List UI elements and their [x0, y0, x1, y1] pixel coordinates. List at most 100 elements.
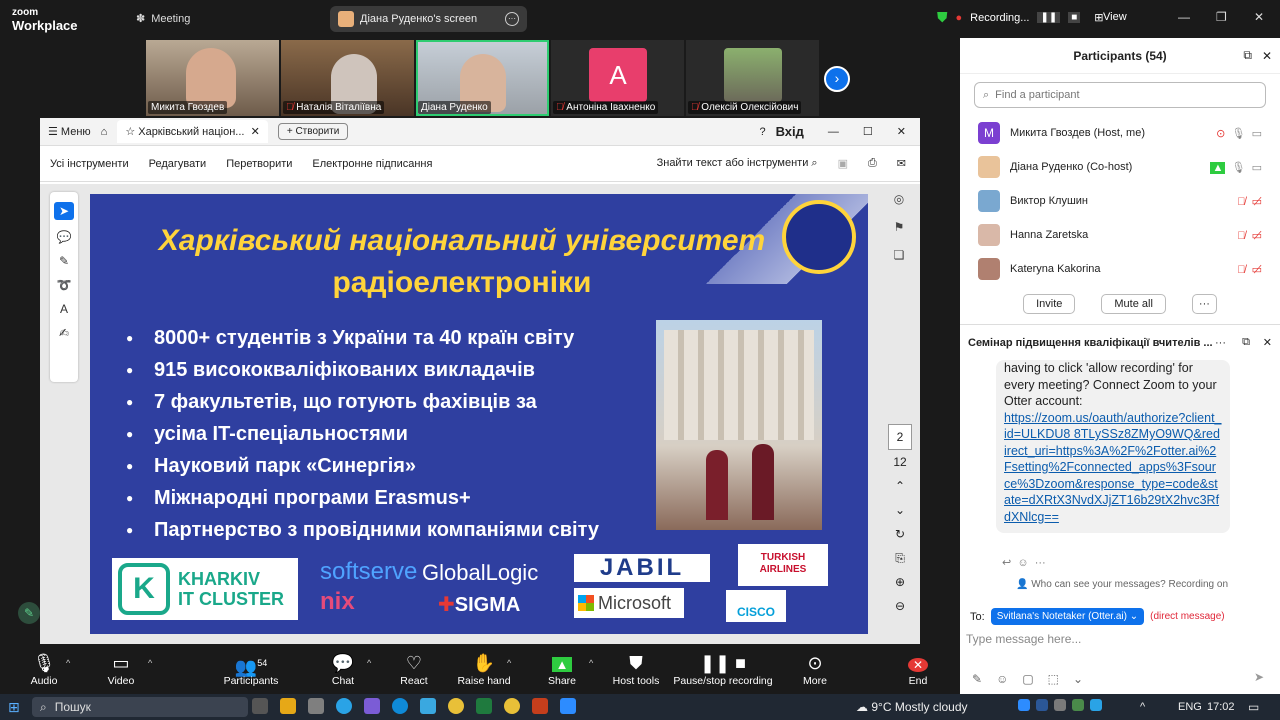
file-icon[interactable]: ▢ — [1022, 672, 1033, 686]
chat-close-icon[interactable]: ✕ — [1263, 336, 1272, 349]
comment-icon[interactable]: 💬 — [57, 230, 72, 244]
ai-assistant-icon[interactable]: ◎ — [894, 192, 904, 206]
powerpoint-icon[interactable] — [532, 698, 548, 714]
video-tile[interactable]: A 🎙̸ Антоніна Івахненко — [551, 40, 684, 116]
page-down-icon[interactable]: ⌄ — [888, 498, 912, 522]
excel-icon[interactable] — [476, 698, 492, 714]
video-tile[interactable]: Микита Гвоздев — [146, 40, 279, 116]
search-input[interactable]: Find a participant — [995, 89, 1079, 101]
view-button[interactable]: View — [1103, 11, 1127, 23]
refresh-icon[interactable]: ↻ — [888, 522, 912, 546]
pages-icon[interactable]: ❏ — [894, 248, 905, 262]
esign-menu[interactable]: Електронне підписання — [312, 158, 432, 170]
participant-row[interactable]: Виктор Клушин 🎙̸ ▭̸ — [960, 184, 1280, 218]
tray-chevron-icon[interactable]: ^ — [1140, 701, 1145, 713]
recipient-dropdown[interactable]: Svitlana's Notetaker (Otter.ai) ⌄ — [990, 608, 1145, 625]
maximize-icon[interactable]: ❐ — [1216, 10, 1227, 24]
who-can-see[interactable]: 👤 Who can see your messages? Recording o… — [1016, 579, 1228, 590]
pen-icon[interactable]: ✎ — [59, 254, 69, 268]
share-options-caret[interactable]: ^ — [589, 658, 593, 668]
more-button[interactable]: ··· — [1191, 294, 1217, 314]
chat-button[interactable]: 💬 Chat — [303, 651, 383, 687]
mute-all-button[interactable]: Mute all — [1101, 294, 1166, 314]
screen-share-pill[interactable]: Діана Руденко's screen ··· — [330, 6, 527, 32]
video-tile[interactable]: 🎙̸ Олексій Олексійович — [686, 40, 819, 116]
lasso-icon[interactable]: ➰ — [57, 278, 72, 292]
weather-widget[interactable]: ☁ 9°C Mostly cloudy — [856, 700, 968, 714]
close-icon[interactable]: ✕ — [1254, 10, 1264, 24]
tray-icon[interactable] — [1036, 699, 1048, 711]
pdf-maximize-icon[interactable]: ☐ — [863, 125, 873, 138]
message-link[interactable]: https://zoom.us/oauth/authorize?client_i… — [1004, 411, 1222, 524]
app-icon[interactable] — [308, 698, 324, 714]
reply-icon[interactable]: ↩ — [1002, 557, 1011, 569]
login-button[interactable]: Вхід — [776, 124, 804, 139]
find-tools[interactable]: Знайти текст або інструменти ⌕ — [657, 157, 818, 170]
zoom-out-icon[interactable]: ⊖ — [888, 594, 912, 618]
video-button[interactable]: ▭ Video — [81, 651, 161, 687]
participant-row[interactable]: Hanna Zaretska 🎙̸ ▭̸ — [960, 218, 1280, 252]
tray-icon[interactable] — [1072, 699, 1084, 711]
chat-popout-icon[interactable]: ⧉ — [1242, 336, 1250, 349]
video-options-caret[interactable]: ^ — [148, 658, 152, 668]
emoji-react-icon[interactable]: ☺ — [1017, 557, 1028, 569]
telegram-icon[interactable] — [336, 698, 352, 714]
file-explorer-icon[interactable] — [280, 698, 296, 714]
video-tile-active-speaker[interactable]: Діана Руденко — [416, 40, 549, 116]
chat-more-icon[interactable]: ··· — [1215, 337, 1226, 349]
screenshot-icon[interactable]: ⬚ — [1048, 672, 1059, 686]
pdf-close-icon[interactable]: ✕ — [897, 125, 906, 138]
create-button[interactable]: + Створити — [277, 123, 349, 140]
tray-icon[interactable] — [1090, 699, 1102, 711]
more-options-icon[interactable]: ··· — [505, 12, 519, 26]
invite-button[interactable]: Invite — [1023, 294, 1076, 314]
camera-icon[interactable]: ▭ — [1252, 162, 1262, 174]
annotate-pen-icon[interactable]: ✎ — [18, 602, 40, 624]
mail-icon[interactable]: ✉ — [897, 157, 906, 170]
participant-row[interactable]: Kateryna Kakorina 🎙̸ ▭̸ — [960, 252, 1280, 286]
pause-icon[interactable]: ❚❚ — [1037, 12, 1061, 23]
meeting-info-button[interactable]: ✽ Meeting — [136, 12, 190, 26]
chrome-icon[interactable] — [504, 698, 520, 714]
bookmark-icon[interactable]: ⚑ — [894, 220, 905, 234]
next-page-arrow-icon[interactable]: › — [824, 66, 850, 92]
pdf-minimize-icon[interactable]: — — [828, 126, 839, 138]
chat-input[interactable]: Type message here... — [966, 632, 1081, 646]
home-icon[interactable]: ⌂ — [101, 126, 108, 138]
tray-icon[interactable] — [1054, 699, 1066, 711]
clock[interactable]: 17:02 — [1207, 701, 1235, 713]
emoji-icon[interactable]: ☺ — [996, 672, 1008, 686]
taskbar-search[interactable]: ⌕ Пошук — [32, 697, 248, 717]
chat-options-caret[interactable]: ^ — [367, 658, 371, 668]
participants-button[interactable]: 👥54 Participants — [211, 651, 291, 687]
participant-row[interactable]: M Микита Гвоздев (Host, me) ⊙ 🎙 ▭ — [960, 116, 1280, 150]
app-icon[interactable] — [364, 698, 380, 714]
participant-search[interactable]: ⌕ Find a participant — [974, 82, 1266, 108]
zoom-in-icon[interactable]: ⊕ — [888, 570, 912, 594]
video-tile[interactable]: 🎙̸ Наталія Віталіївна — [281, 40, 414, 116]
text-select-icon[interactable]: A — [60, 302, 68, 316]
host-tools-button[interactable]: ⛊ Host tools — [596, 651, 676, 687]
zoom-app-icon[interactable] — [560, 698, 576, 714]
edge-icon[interactable] — [392, 698, 408, 714]
print-icon[interactable]: ⎙ — [868, 157, 877, 170]
end-button[interactable]: ✕ End — [878, 651, 958, 687]
more-toolbar-button[interactable]: ⊙ More — [775, 651, 855, 687]
security-shield-icon[interactable]: ⛊ — [937, 9, 948, 26]
save-page-icon[interactable]: ⎘ — [888, 546, 912, 570]
all-tools-menu[interactable]: Усі інструменти — [50, 158, 129, 170]
format-icon[interactable]: ✎ — [972, 672, 982, 686]
chrome-icon[interactable] — [448, 698, 464, 714]
more-tools-icon[interactable]: ⌄ — [1073, 672, 1083, 686]
help-icon[interactable]: ? — [759, 126, 765, 138]
participant-row[interactable]: Діана Руденко (Co-host) ▲ 🎙 ▭ — [960, 150, 1280, 184]
popout-icon[interactable]: ⧉ — [1243, 48, 1252, 63]
tray-icon[interactable] — [1018, 699, 1030, 711]
audio-button[interactable]: 🎙 Audio — [4, 651, 84, 687]
task-view-icon[interactable] — [252, 698, 268, 714]
stop-icon[interactable]: ■ — [1068, 12, 1081, 23]
react-button[interactable]: ♡ React — [374, 651, 454, 687]
menu-button[interactable]: ☰ Меню — [48, 125, 91, 138]
pause-stop-recording-button[interactable]: ❚❚ ■ Pause/stop recording — [668, 651, 778, 687]
message-more-icon[interactable]: ··· — [1035, 557, 1046, 569]
